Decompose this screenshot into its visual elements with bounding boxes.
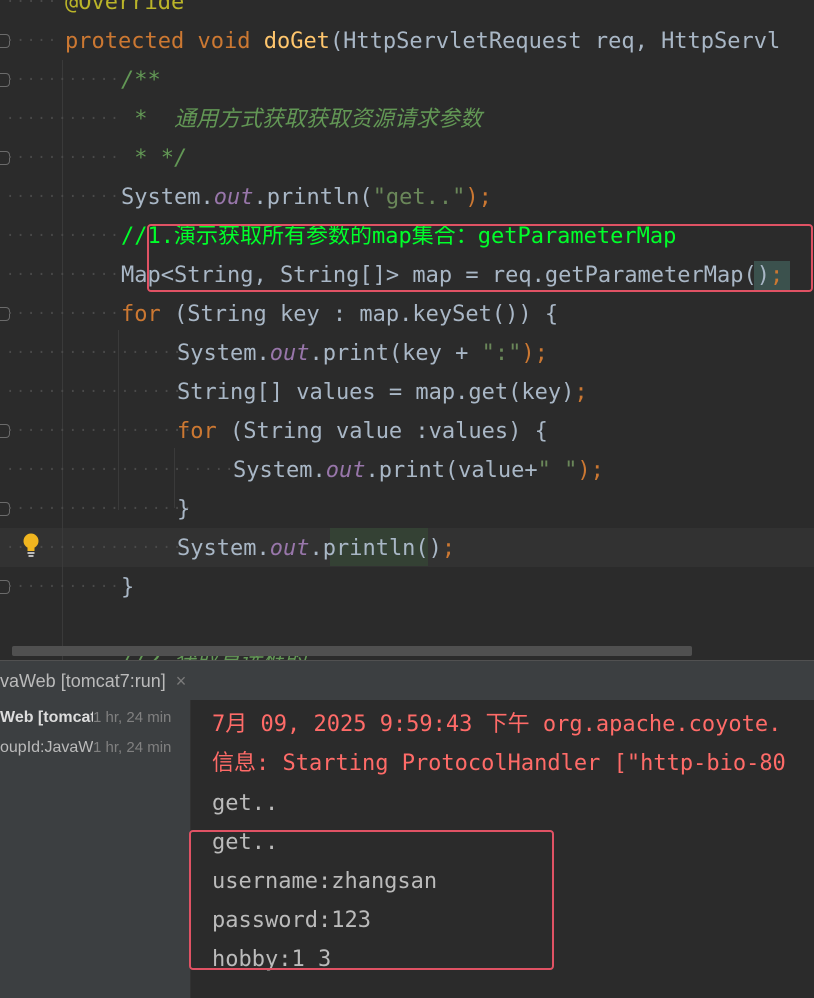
code-line[interactable]: ·················· System.out.println();	[0, 529, 814, 568]
run-tree: Web [tomcat1 hr, 24 min oupId:JavaW1 hr,…	[0, 700, 191, 998]
annotation-override: @Override	[65, 0, 185, 15]
run-tree-item[interactable]: oupId:JavaW1 hr, 24 min	[0, 736, 171, 760]
doc-comment: * 通用方式获取获取资源请求参数	[121, 107, 482, 132]
code-line[interactable]: ··········· /**	[0, 61, 814, 100]
doc-comment: * */	[121, 146, 188, 171]
code-line[interactable]: ··········· System.out.println("get..");	[0, 178, 814, 217]
code-line[interactable]: ····· protected void doGet(HttpServletRe…	[0, 22, 814, 61]
code-line[interactable]: ·················· for (String value :va…	[0, 412, 814, 451]
doc-comment: /**	[121, 68, 161, 93]
run-tab[interactable]: vaWeb [tomcat7:run] ×	[0, 661, 194, 701]
code-line[interactable]: ··········· }	[0, 568, 814, 607]
console-line: 信息: Starting ProtocolHandler ["http-bio-…	[212, 751, 786, 776]
run-tool-window-header: vaWeb [tomcat7:run] ×	[0, 660, 814, 701]
keyword-void: void	[197, 29, 251, 54]
run-tab-label: vaWeb [tomcat7:run]	[0, 671, 166, 691]
method-name: doGet	[263, 29, 330, 54]
keyword-protected: protected	[65, 29, 185, 54]
close-icon[interactable]: ×	[176, 671, 187, 691]
lightbulb-icon[interactable]	[22, 532, 40, 558]
code-line[interactable]: ·················· System.out.print(key …	[0, 334, 814, 373]
console-line: 7月 09, 2025 9:59:43 下午 org.apache.coyote…	[212, 712, 782, 737]
annotation-highlight-box	[189, 830, 554, 970]
horizontal-scrollbar[interactable]	[12, 646, 692, 656]
code-line[interactable]: ··········· for (String key : map.keySet…	[0, 295, 814, 334]
code-line[interactable]: ··········· * 通用方式获取获取资源请求参数	[0, 100, 814, 139]
code-line[interactable]: ····· @Override	[0, 0, 814, 22]
code-line[interactable]: ··········· * */	[0, 139, 814, 178]
method-params: (HttpServletRequest req, HttpServl	[329, 29, 781, 54]
console-line: get..	[212, 791, 279, 816]
code-line[interactable]: ························· System.out.pri…	[0, 451, 814, 490]
code-line[interactable]: ·················· String[] values = map…	[0, 373, 814, 412]
code-line[interactable]: ·················· }	[0, 490, 814, 529]
code-editor[interactable]: ····· @Override ····· protected void doG…	[0, 0, 814, 660]
annotation-highlight-box	[147, 224, 813, 292]
run-tree-item[interactable]: Web [tomcat1 hr, 24 min	[0, 706, 171, 730]
